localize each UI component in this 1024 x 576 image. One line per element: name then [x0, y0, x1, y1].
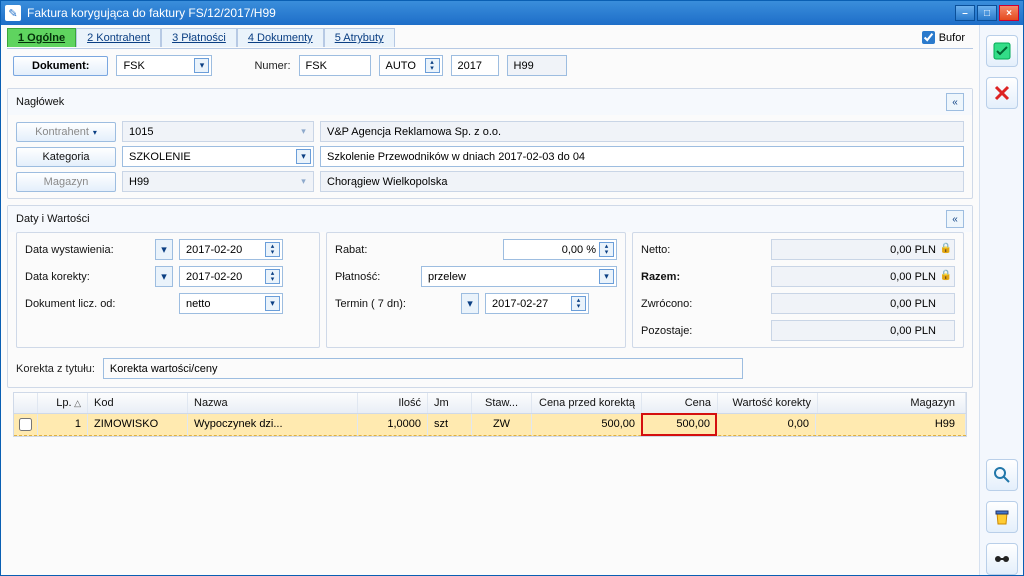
termin-label: Termin ( 7 dn): [335, 298, 455, 310]
cancel-button[interactable] [986, 77, 1018, 109]
chevron-down-icon [296, 124, 311, 139]
lock-icon: 🔒 [940, 270, 952, 281]
col-jm[interactable]: Jm [428, 393, 472, 413]
dok-licz-label: Dokument licz. od: [25, 298, 149, 310]
numer-part2[interactable]: AUTO ▴▾ [379, 55, 443, 76]
row-checkbox[interactable] [19, 418, 32, 431]
data-kor-input[interactable]: 2017-02-20▴▾ [179, 266, 283, 287]
find-button[interactable] [986, 543, 1018, 575]
lock-icon: 🔒 [940, 243, 952, 254]
bufor-label: Bufor [939, 32, 965, 44]
tab-dokumenty[interactable]: 4 Dokumenty [237, 28, 324, 47]
numer-label: Numer: [254, 60, 290, 72]
save-button[interactable] [986, 35, 1018, 67]
calendar-button[interactable]: ▾ [155, 266, 173, 287]
zwrocono-label: Zwrócono: [641, 298, 765, 310]
rabat-label: Rabat: [335, 244, 415, 256]
col-kod[interactable]: Kod [88, 393, 188, 413]
chevron-down-icon [599, 269, 614, 284]
chevron-down-icon [194, 58, 209, 73]
razem-label: Razem: [641, 271, 765, 283]
korekta-label: Korekta z tytułu: [16, 363, 95, 375]
kategoria-button[interactable]: Kategoria [16, 147, 116, 167]
data-kor-label: Data korekty: [25, 271, 149, 283]
data-wyst-input[interactable]: 2017-02-20▴▾ [179, 239, 283, 260]
calendar-button[interactable]: ▾ [155, 239, 173, 260]
data-wyst-label: Data wystawienia: [25, 244, 149, 256]
maximize-button[interactable]: □ [977, 5, 997, 21]
dokument-type-dropdown[interactable]: FSK [116, 55, 212, 76]
bufor-check[interactable] [922, 31, 935, 44]
col-cpk[interactable]: Cena przed korektą [532, 393, 642, 413]
kategoria-code-dropdown[interactable]: SZKOLENIE [122, 146, 314, 167]
spinner-icon: ▴▾ [425, 58, 440, 73]
cena-cell-highlight[interactable]: 500,00 [641, 413, 717, 436]
numer-year[interactable]: 2017 [451, 55, 499, 76]
col-cena[interactable]: Cena [642, 393, 718, 413]
pozostaje-value: 0,00 PLN [771, 320, 955, 341]
kontrahent-button: Kontrahent▾ [16, 122, 116, 142]
dok-licz-dropdown[interactable]: netto [179, 293, 283, 314]
daty-title: Daty i Wartości [16, 213, 946, 225]
platnosc-label: Płatność: [335, 271, 415, 283]
rabat-input[interactable]: 0,00 %▴▾ [503, 239, 617, 260]
collapse-button[interactable]: « [946, 210, 964, 228]
magazyn-code: H99 [122, 171, 314, 192]
section-daty: Daty i Wartości « Data wystawienia: ▾ 20… [7, 205, 973, 388]
netto-value: 0,00 PLN🔒 [771, 239, 955, 260]
netto-label: Netto: [641, 244, 765, 256]
col-lp[interactable]: Lp. [38, 393, 88, 413]
magazyn-button: Magazyn [16, 172, 116, 192]
col-ilosc[interactable]: Ilość [358, 393, 428, 413]
collapse-button[interactable]: « [946, 93, 964, 111]
termin-input[interactable]: 2017-02-27▴▾ [485, 293, 589, 314]
chevron-down-icon [296, 174, 311, 189]
chevron-down-icon [296, 149, 311, 164]
zwrocono-value: 0,00 PLN [771, 293, 955, 314]
numer-suffix: H99 [507, 55, 567, 76]
calendar-button[interactable]: ▾ [461, 293, 479, 314]
pozostaje-label: Pozostaje: [641, 325, 765, 337]
tab-ogolne[interactable]: 1 Ogólne [7, 28, 76, 47]
table-row[interactable]: 1 ZIMOWISKO Wypoczynek dzi... 1,0000 szt… [14, 414, 966, 436]
app-window: ✎ Faktura korygująca do faktury FS/12/20… [0, 0, 1024, 576]
tabstrip: 1 Ogólne 2 Kontrahent 3 Płatności 4 Doku… [7, 27, 973, 49]
dokument-button[interactable]: Dokument: [13, 56, 108, 76]
col-staw[interactable]: Staw... [472, 393, 532, 413]
app-icon: ✎ [5, 5, 21, 21]
tab-atrybuty[interactable]: 5 Atrybuty [324, 28, 395, 47]
naglowek-title: Nagłówek [16, 96, 946, 108]
side-toolbar [979, 25, 1023, 575]
table-header: Lp. Kod Nazwa Ilość Jm Staw... Cena prze… [14, 393, 966, 414]
kategoria-name-input[interactable]: Szkolenie Przewodników w dniach 2017-02-… [320, 146, 964, 167]
window-title: Faktura korygująca do faktury FS/12/2017… [27, 6, 955, 20]
close-button[interactable]: × [999, 5, 1019, 21]
magazyn-name: Chorągiew Wielkopolska [320, 171, 964, 192]
kontrahent-name: V&P Agencja Reklamowa Sp. z o.o. [320, 121, 964, 142]
platnosc-dropdown[interactable]: przelew [421, 266, 617, 287]
razem-value: 0,00 PLN🔒 [771, 266, 955, 287]
minimize-button[interactable]: – [955, 5, 975, 21]
tab-platnosci[interactable]: 3 Płatności [161, 28, 237, 47]
numer-part1[interactable]: FSK [299, 55, 371, 76]
tab-kontrahent[interactable]: 2 Kontrahent [76, 28, 161, 47]
items-table: Lp. Kod Nazwa Ilość Jm Staw... Cena prze… [13, 392, 967, 437]
col-nazwa[interactable]: Nazwa [188, 393, 358, 413]
korekta-input[interactable]: Korekta wartości/ceny [103, 358, 743, 379]
kontrahent-code: 1015 [122, 121, 314, 142]
bufor-checkbox[interactable]: Bufor [922, 31, 965, 44]
chevron-down-icon [265, 296, 280, 311]
section-naglowek: Nagłówek « Kontrahent▾ 1015 V&P Agencja … [7, 88, 973, 199]
col-wk[interactable]: Wartość korekty [718, 393, 818, 413]
col-mag[interactable]: Magazyn [818, 393, 966, 413]
titlebar: ✎ Faktura korygująca do faktury FS/12/20… [1, 1, 1023, 25]
document-row: Dokument: FSK Numer: FSK AUTO ▴▾ 2017 H9… [7, 49, 973, 82]
delete-button[interactable] [986, 501, 1018, 533]
search-button[interactable] [986, 459, 1018, 491]
